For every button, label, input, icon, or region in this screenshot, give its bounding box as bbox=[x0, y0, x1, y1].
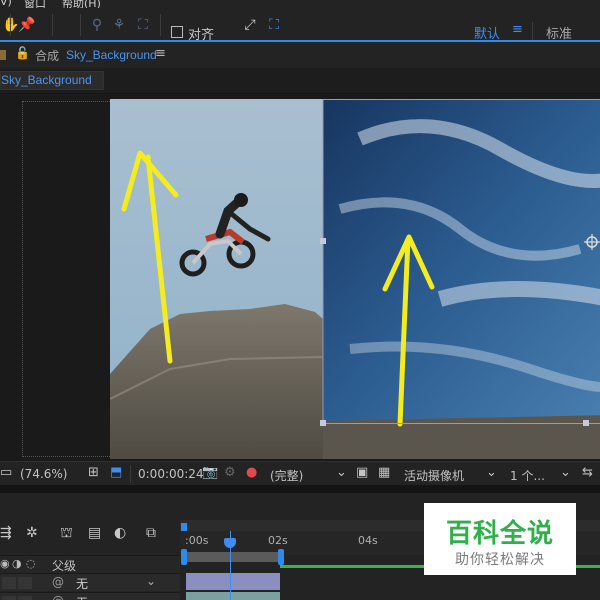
current-timecode[interactable]: 0:00:00:24 bbox=[138, 467, 204, 481]
workspace-menu-icon[interactable]: ≡ bbox=[512, 22, 523, 37]
solo-switch-icon[interactable]: ◌ bbox=[26, 557, 36, 570]
panel-type-label: 合成 bbox=[35, 49, 60, 63]
layer-handle-left[interactable] bbox=[320, 238, 326, 244]
view-layout-chevron-icon[interactable]: ⌄ bbox=[560, 465, 571, 480]
navigator-start-handle[interactable] bbox=[181, 523, 187, 531]
menu-item-help[interactable]: 帮助(H) bbox=[62, 0, 101, 8]
comp-flowchart-icon[interactable]: ⇶ bbox=[0, 525, 12, 541]
layer-switch[interactable] bbox=[18, 577, 32, 589]
viewer-controls: ▭ (74.6%) ⊞ ⬒ 0:00:00:24 📷 ⚙ ● (完整) ⌄ ▣ … bbox=[0, 461, 600, 485]
work-area-end-handle[interactable] bbox=[278, 549, 284, 565]
parent-pickwhip-icon[interactable]: @ bbox=[52, 575, 64, 589]
camera-snapshot-icon[interactable]: 📷 bbox=[202, 465, 218, 480]
layer-handle-bottom[interactable] bbox=[583, 420, 589, 426]
snap-edge-icon[interactable]: ⤢ bbox=[241, 16, 259, 34]
puppet-bend-icon[interactable]: ⛶ bbox=[134, 16, 152, 34]
tab-sky-background[interactable]: Sky_Background bbox=[0, 71, 104, 90]
ruler-tick-4: 04s bbox=[358, 534, 378, 547]
motion-blur-icon[interactable]: ◐ bbox=[114, 525, 126, 541]
ruler-tick-2: 02s bbox=[268, 534, 288, 547]
watermark-logo: 百科全说 助你轻松解决 bbox=[424, 503, 576, 575]
menu-bar: V) 窗口 帮助(H) bbox=[0, 0, 600, 8]
toolbar-divider bbox=[160, 14, 161, 36]
show-snapshot-icon[interactable]: ⚙ bbox=[224, 465, 236, 480]
fast-preview-icon[interactable]: ▣ bbox=[356, 465, 368, 480]
composition-tab-row: Sky_Background bbox=[0, 68, 600, 94]
transparency-grid-icon[interactable]: ▦ bbox=[378, 465, 390, 480]
layer-duration-bar[interactable] bbox=[186, 592, 280, 600]
parent-dropdown[interactable]: 无 bbox=[76, 575, 88, 592]
layer-switch[interactable] bbox=[2, 596, 16, 600]
color-channels-icon[interactable]: ● bbox=[246, 465, 257, 480]
ground-strip bbox=[323, 415, 600, 459]
label-color-swatch bbox=[0, 50, 6, 60]
composition-panel-header: 🔓 合成 Sky_Background ≡ bbox=[0, 42, 600, 68]
shy-layers-icon[interactable]: ⛫ bbox=[60, 525, 73, 543]
monitor-icon[interactable]: ▭ bbox=[0, 465, 12, 480]
toolbar-divider bbox=[532, 22, 533, 40]
layer-row[interactable]: @ 无 ⌄ bbox=[0, 573, 180, 591]
layer-duration-bar[interactable] bbox=[186, 573, 280, 590]
composition-frame bbox=[110, 99, 600, 459]
tools-toolbar: ✋ 📌 ⚲ ⚘ ⛶ 对齐 ⤢ ⛶ 默认 ≡ 标准 bbox=[0, 8, 600, 43]
audio-switch-icon[interactable]: ◑ bbox=[12, 557, 22, 570]
frame-blending-icon[interactable]: ▤ bbox=[88, 525, 101, 541]
resolution-chevron-icon[interactable]: ⌄ bbox=[336, 465, 347, 480]
work-area-start-handle[interactable] bbox=[181, 549, 187, 565]
comp-boundary-left bbox=[22, 101, 23, 457]
composition-name[interactable]: Sky_Background bbox=[66, 48, 157, 62]
snap-checkbox[interactable] bbox=[171, 26, 183, 38]
parent-chevron-icon[interactable]: ⌄ bbox=[146, 574, 156, 588]
camera-chevron-icon[interactable]: ⌄ bbox=[486, 465, 497, 480]
watermark-title: 百科全说 bbox=[445, 519, 554, 549]
menu-item-window[interactable]: 窗口 bbox=[24, 0, 46, 8]
comp-boundary-bottom bbox=[22, 456, 110, 457]
puppet-pin-icon[interactable]: ⚲ bbox=[88, 16, 106, 34]
toolbar-divider bbox=[80, 14, 81, 36]
composition-viewer[interactable] bbox=[0, 95, 600, 461]
resolution-dropdown[interactable]: (完整) bbox=[270, 467, 303, 484]
toolbar-divider bbox=[10, 14, 11, 36]
lock-icon[interactable]: 🔓 bbox=[15, 46, 30, 60]
panel-divider bbox=[0, 485, 600, 493]
watermark-subtitle: 助你轻松解决 bbox=[455, 552, 545, 568]
layer-switch[interactable] bbox=[2, 577, 16, 589]
view-layout-dropdown[interactable]: 1 个... bbox=[510, 467, 545, 484]
puppet-starch-icon[interactable]: ⚘ bbox=[110, 16, 128, 34]
pin-tool-icon[interactable]: 📌 bbox=[18, 16, 36, 34]
draft-3d-icon[interactable]: ✲ bbox=[26, 525, 38, 541]
comp-boundary-top bbox=[22, 101, 110, 102]
layer-row[interactable]: @ 无 bbox=[0, 592, 180, 600]
work-area-bar[interactable] bbox=[184, 552, 282, 562]
layer-switch[interactable] bbox=[18, 596, 32, 600]
panel-menu-icon[interactable]: ≡ bbox=[155, 46, 166, 61]
parent-dropdown[interactable]: 无 bbox=[76, 594, 88, 600]
ruler-tick-0: :00s bbox=[185, 534, 209, 547]
camera-dropdown[interactable]: 活动摄像机 bbox=[404, 467, 464, 484]
graph-editor-icon[interactable]: ⧉ bbox=[146, 525, 156, 541]
fit-grid-icon[interactable]: ⊞ bbox=[88, 465, 99, 480]
toolbar-divider bbox=[52, 14, 53, 36]
parent-pickwhip-icon[interactable]: @ bbox=[52, 594, 64, 600]
layer-handle-bottom-left[interactable] bbox=[320, 420, 326, 426]
layer-columns-header: ◉ ◑ ◌ 父级 bbox=[0, 555, 180, 573]
snap-target-icon[interactable]: ⛶ bbox=[265, 16, 283, 34]
control-divider bbox=[130, 465, 131, 483]
menu-item-view[interactable]: V) bbox=[0, 0, 12, 8]
parent-column-header: 父级 bbox=[52, 559, 77, 573]
zoom-dropdown[interactable]: (74.6%) bbox=[20, 467, 67, 481]
reset-exposure-icon[interactable]: ⇆ bbox=[582, 465, 593, 480]
region-of-interest-icon[interactable]: ⬒ bbox=[110, 465, 122, 480]
video-switch-icon[interactable]: ◉ bbox=[0, 557, 10, 570]
